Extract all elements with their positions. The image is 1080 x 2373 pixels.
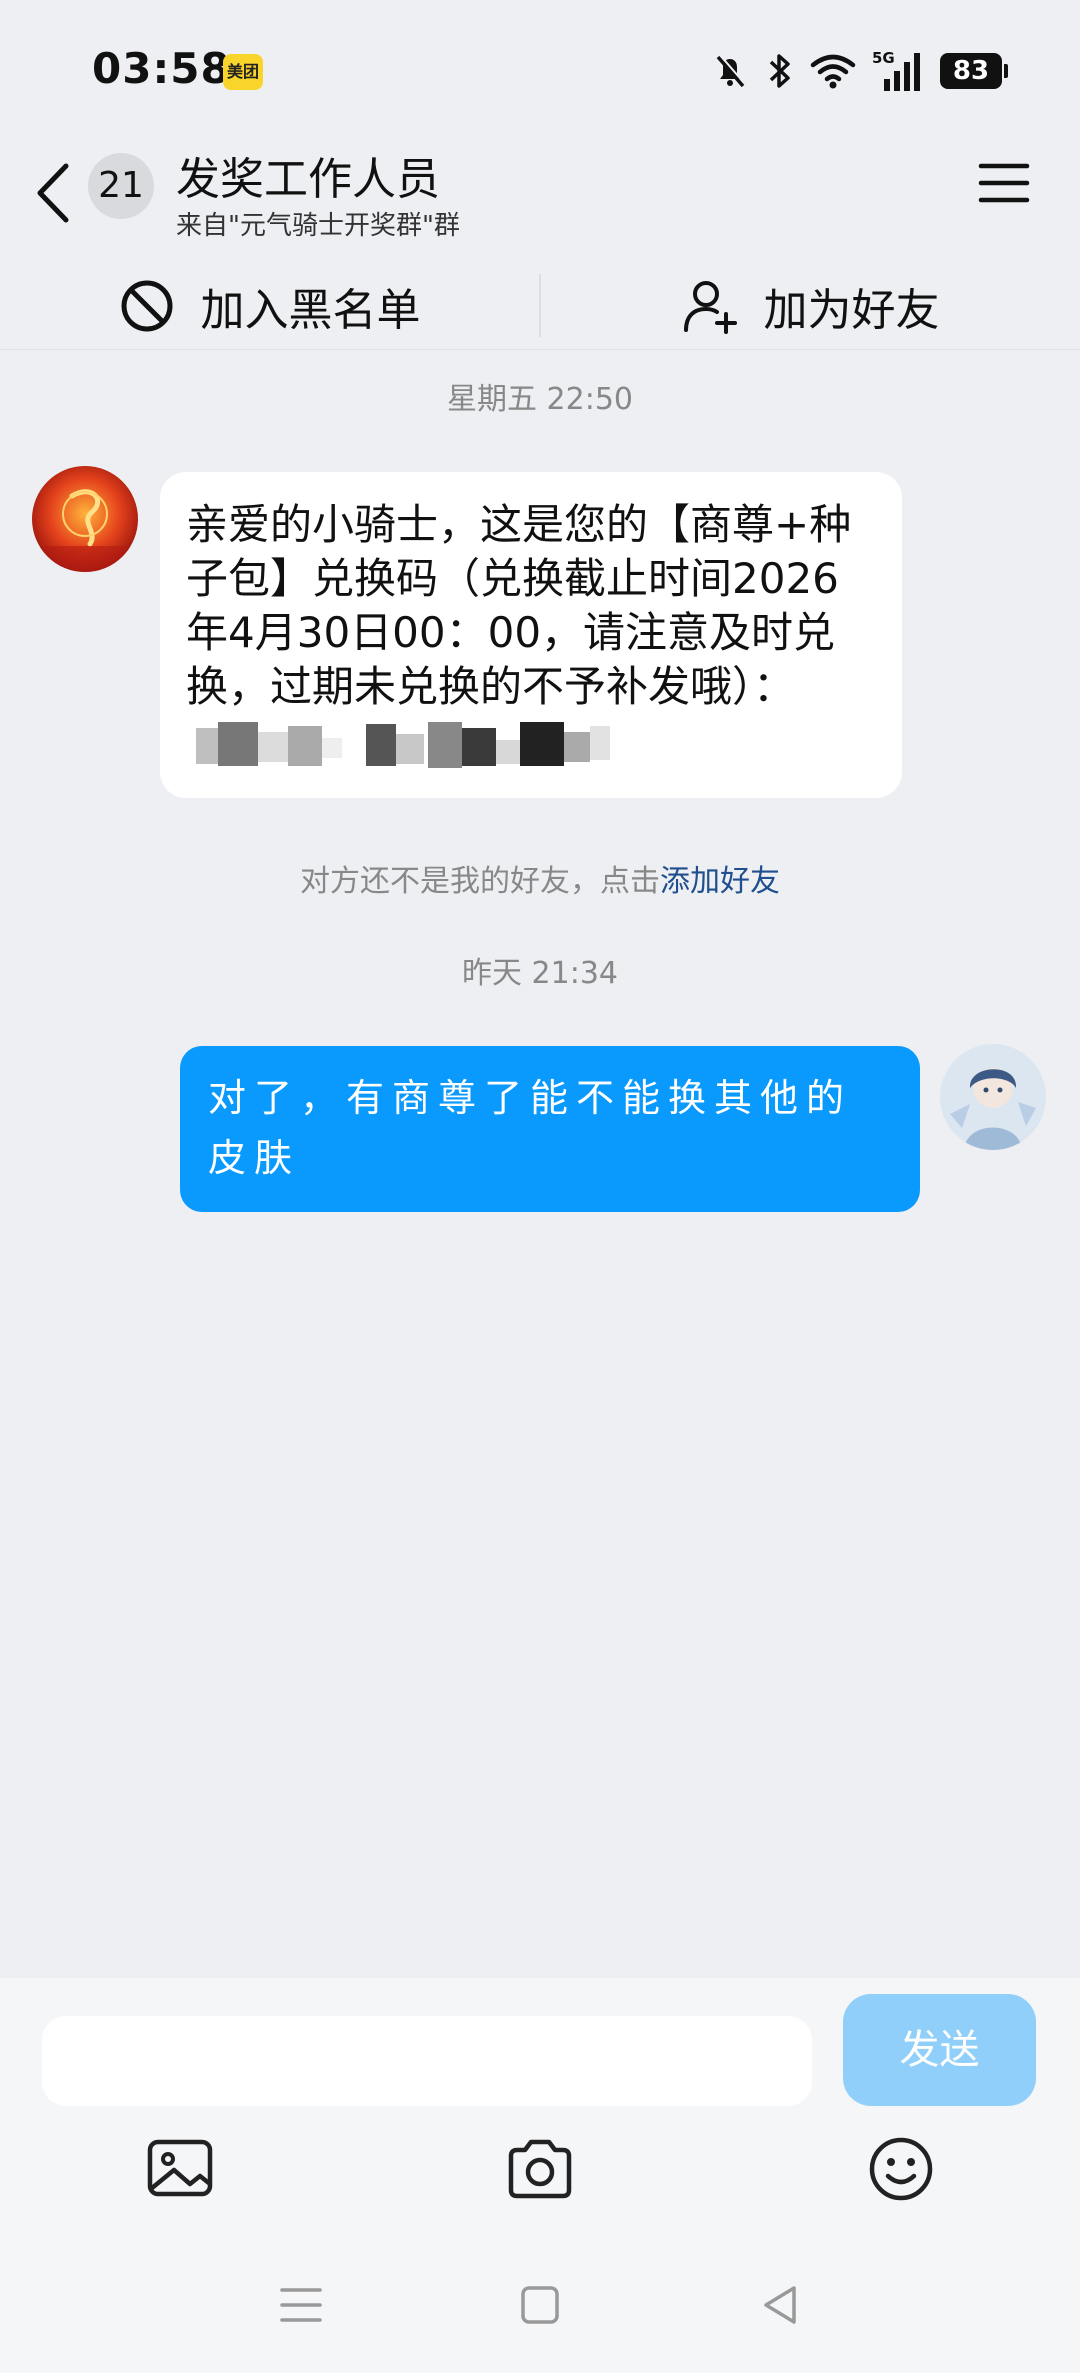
not-friend-notice: 对方还不是我的好友，点击添加好友 bbox=[0, 856, 1080, 900]
outgoing-message-text: 对了，有商尊了能不能换其他的皮肤 bbox=[208, 1076, 853, 1180]
action-bar: 加入黑名单 加为好友 bbox=[0, 262, 1080, 350]
add-friend-link[interactable]: 添加好友 bbox=[660, 864, 780, 899]
status-icons: 5G 83 bbox=[710, 48, 1008, 94]
back-arrow-icon[interactable] bbox=[30, 158, 80, 228]
add-person-icon bbox=[683, 280, 737, 334]
message-timestamp: 昨天 21:34 bbox=[462, 956, 618, 991]
chat-subtitle: 来自"元气骑士开奖群"群 bbox=[176, 211, 460, 241]
sender-avatar[interactable] bbox=[32, 466, 138, 572]
emoji-icon[interactable] bbox=[866, 2136, 936, 2202]
wifi-icon bbox=[810, 54, 856, 89]
network-type-label: 5G bbox=[872, 49, 895, 67]
menu-icon[interactable] bbox=[978, 160, 1030, 206]
recent-apps-icon[interactable] bbox=[276, 2280, 326, 2330]
signal-5g-icon: 5G bbox=[872, 49, 920, 91]
message-timestamp: 星期五 22:50 bbox=[447, 382, 633, 417]
add-friend-label: 加为好友 bbox=[763, 284, 940, 336]
status-time: 03:58 bbox=[92, 44, 231, 93]
chat-title: 发奖工作人员 bbox=[176, 154, 440, 205]
add-to-blacklist-label: 加入黑名单 bbox=[200, 284, 421, 336]
status-bar: 03:58 美团 5G 83 bbox=[0, 0, 1080, 140]
image-icon[interactable] bbox=[146, 2136, 216, 2202]
message-input[interactable] bbox=[42, 2016, 812, 2106]
battery-icon: 83 bbox=[940, 53, 1008, 89]
incoming-message-bubble[interactable]: 亲爱的小骑士，这是您的【商尊+种子包】兑换码（兑换截止时间2026年4月30日0… bbox=[160, 472, 902, 798]
bluetooth-icon bbox=[769, 54, 790, 88]
redeem-code-redacted bbox=[196, 718, 626, 770]
back-nav-icon[interactable] bbox=[756, 2280, 806, 2330]
meituan-badge-icon: 美团 bbox=[223, 54, 263, 90]
block-icon bbox=[121, 280, 172, 331]
bell-muted-icon bbox=[716, 54, 746, 88]
camera-icon[interactable] bbox=[505, 2136, 575, 2202]
send-button[interactable]: 发送 bbox=[843, 1994, 1036, 2106]
home-icon[interactable] bbox=[515, 2280, 565, 2330]
incoming-message-text: 亲爱的小骑士，这是您的【商尊+种子包】兑换码（兑换截止时间2026年4月30日0… bbox=[186, 500, 852, 711]
outgoing-message-bubble[interactable]: 对了，有商尊了能不能换其他的皮肤 bbox=[180, 1046, 920, 1212]
unread-count-badge[interactable]: 21 bbox=[88, 153, 154, 219]
add-to-blacklist-button[interactable]: 加入黑名单 bbox=[0, 262, 539, 349]
add-friend-button[interactable]: 加为好友 bbox=[541, 262, 1080, 349]
anime-character-icon bbox=[940, 1044, 1046, 1150]
dragon-logo-icon bbox=[32, 466, 138, 572]
my-avatar[interactable] bbox=[940, 1044, 1046, 1150]
not-friend-notice-text: 对方还不是我的好友，点击 bbox=[300, 864, 660, 899]
